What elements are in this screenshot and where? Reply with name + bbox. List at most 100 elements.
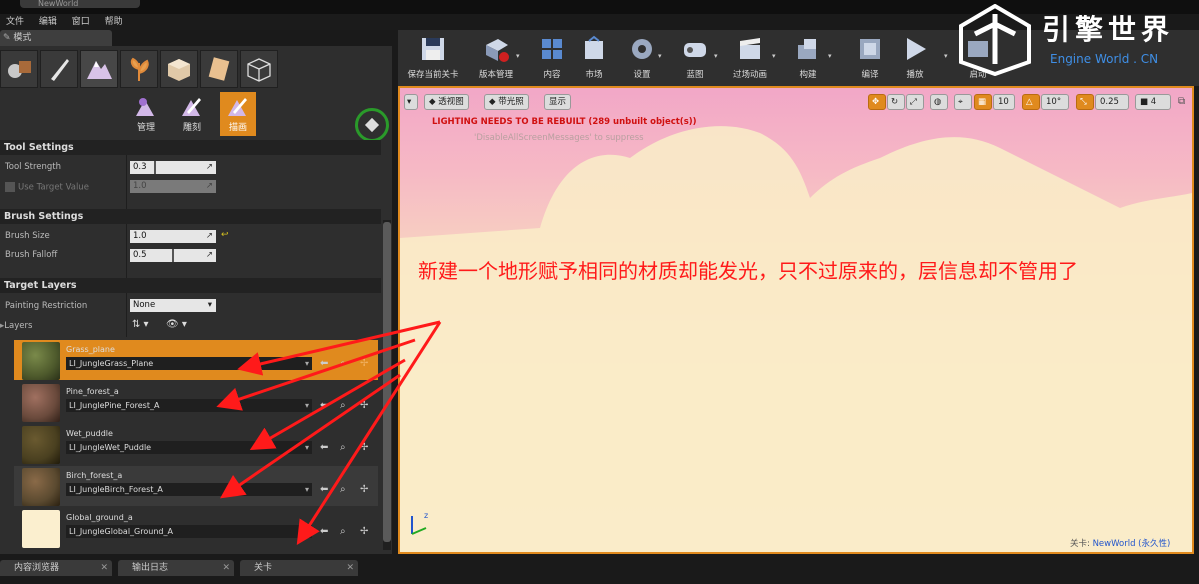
tool-strength-input[interactable]: 0.3 ↗ — [130, 161, 216, 174]
rotation-snap-icon[interactable]: △ — [1022, 94, 1040, 110]
paint-tool-button[interactable]: 描画 — [220, 92, 256, 136]
layer-row[interactable]: Wet_puddle LI_JungleWet_Puddle ▾ ⬅ ⌕ ✢ — [14, 424, 378, 464]
lit-button[interactable]: ◆ 带光照 — [484, 94, 529, 110]
scale-icon[interactable]: ⤢ — [906, 94, 924, 110]
landscape-gizmo-icon[interactable] — [355, 108, 389, 142]
rotate-icon[interactable]: ↻ — [887, 94, 905, 110]
foliage-mode-button[interactable] — [120, 50, 158, 88]
chevron-down-icon[interactable]: ▾ — [516, 52, 520, 60]
delete-layer-icon[interactable]: ✢ — [360, 358, 368, 369]
marketplace-button[interactable]: 市场 — [574, 30, 614, 86]
use-selected-icon[interactable]: ⬅ — [320, 526, 328, 537]
build-button[interactable]: 构建 — [790, 30, 826, 86]
layer-material-select[interactable]: LI_JungleGlobal_Ground_A ▾ — [66, 525, 312, 538]
sort-icon[interactable]: ⇅ ▾ — [132, 319, 149, 330]
use-selected-icon[interactable]: ⬅ — [320, 400, 328, 411]
chevron-down-icon[interactable]: ▾ — [714, 52, 718, 60]
grid-snap-value[interactable]: 10 — [993, 94, 1015, 110]
content-button[interactable]: 内容 — [530, 30, 574, 86]
translate-icon[interactable]: ✥ — [868, 94, 886, 110]
world-space-icon[interactable]: ◍ — [930, 94, 948, 110]
surface-snap-icon[interactable]: ⌖ — [954, 94, 972, 110]
marketplace-icon — [585, 35, 603, 59]
reset-icon[interactable]: ↩ — [221, 230, 229, 240]
use-target-value-input: 1.0 ↗ — [130, 180, 216, 193]
menu-file[interactable]: 文件 — [0, 14, 30, 30]
menu-edit[interactable]: 编辑 — [33, 14, 63, 30]
layer-name: Grass_plane — [66, 345, 115, 354]
perspective-button[interactable]: ◆ 透视图 — [424, 94, 469, 110]
level-viewport[interactable]: ▾ ◆ 透视图 ◆ 带光照 显示 ✥ ↻ ⤢ ◍ ⌖ ▦ 10 △ 10° ⤡ … — [398, 86, 1194, 554]
delete-layer-icon[interactable]: ✢ — [360, 400, 368, 411]
mesh-paint-mode-button[interactable] — [200, 50, 238, 88]
scale-snap-value[interactable]: 0.25 — [1095, 94, 1129, 110]
use-selected-icon[interactable]: ⬅ — [320, 358, 328, 369]
close-icon[interactable]: ✕ — [100, 560, 108, 576]
delete-layer-icon[interactable]: ✢ — [360, 484, 368, 495]
layer-row[interactable]: Birch_forest_a LI_JungleBirch_Forest_A ▾ … — [14, 466, 378, 506]
place-mode-button[interactable] — [0, 50, 38, 88]
tool-settings-header[interactable]: Tool Settings — [0, 140, 381, 155]
target-layers-header[interactable]: Target Layers — [0, 278, 381, 293]
close-icon[interactable]: ✕ — [346, 560, 354, 576]
compile-button[interactable]: 编译 — [852, 30, 888, 86]
cinematics-button[interactable]: 过场动画 — [724, 30, 776, 86]
brush-settings-header[interactable]: Brush Settings — [0, 209, 381, 224]
menu-help[interactable]: 帮助 — [99, 14, 129, 30]
browse-icon[interactable]: ⌕ — [340, 400, 346, 411]
save-level-button[interactable]: 保存当前关卡 — [402, 30, 464, 86]
manage-tool-button[interactable]: 管理 — [128, 92, 164, 136]
chevron-down-icon[interactable]: ▾ — [828, 52, 832, 60]
delete-layer-icon[interactable]: ✢ — [360, 526, 368, 537]
visibility-icon[interactable]: 👁 ▾ — [166, 319, 187, 330]
browse-icon[interactable]: ⌕ — [340, 484, 346, 495]
brush-falloff-input[interactable]: 0.5 ↗ — [130, 249, 216, 262]
geometry-mode-button[interactable] — [160, 50, 198, 88]
chevron-down-icon[interactable]: ▾ — [658, 52, 662, 60]
camera-speed-button[interactable]: ■ 4 — [1135, 94, 1171, 110]
paint-tool-label: 描画 — [228, 123, 247, 133]
output-log-tab[interactable]: 输出日志 ✕ — [118, 560, 234, 576]
use-selected-icon[interactable]: ⬅ — [320, 484, 328, 495]
layer-material-select[interactable]: LI_JungleGrass_Plane ▾ — [66, 357, 312, 370]
scale-snap-icon[interactable]: ⤡ — [1076, 94, 1094, 110]
modes-tab[interactable]: ✎ 模式 — [0, 30, 112, 46]
content-browser-tab[interactable]: 内容浏览器 ✕ — [0, 560, 112, 576]
layer-row[interactable]: Grass_plane LI_JungleGrass_Plane ▾ ⬅ ⌕ ✢ — [14, 340, 378, 380]
landscape-mode-button[interactable] — [80, 50, 118, 88]
show-button[interactable]: 显示 — [544, 94, 572, 110]
blueprint-button[interactable]: 蓝图 — [674, 30, 716, 86]
play-button[interactable]: 播放 — [898, 30, 932, 86]
chevron-down-icon[interactable]: ▾ — [944, 52, 948, 60]
maximize-viewport-icon[interactable]: ⧉ — [1178, 96, 1185, 107]
browse-icon[interactable]: ⌕ — [340, 526, 346, 537]
viewport-options-button[interactable]: ▾ — [404, 94, 418, 110]
levels-tab[interactable]: 关卡 ✕ — [240, 560, 358, 576]
brush-size-input[interactable]: 1.0 ↗ — [130, 230, 216, 243]
painting-restriction-select[interactable]: None ▾ — [130, 299, 216, 312]
close-icon[interactable]: ✕ — [222, 560, 230, 576]
delete-layer-icon[interactable]: ✢ — [360, 442, 368, 453]
menu-window[interactable]: 窗口 — [66, 14, 96, 30]
rotation-snap-value[interactable]: 10° — [1041, 94, 1069, 110]
layer-row[interactable]: Global_ground_a LI_JungleGlobal_Ground_A… — [14, 508, 378, 548]
box-mode-button[interactable] — [240, 50, 278, 88]
svg-text:z: z — [424, 511, 428, 520]
document-tab[interactable]: NewWorld — [20, 0, 140, 8]
engine-world-logo-icon — [959, 3, 1031, 77]
use-target-checkbox[interactable] — [5, 182, 15, 192]
browse-icon[interactable]: ⌕ — [340, 358, 346, 369]
chevron-down-icon[interactable]: ▾ — [772, 52, 776, 60]
sculpt-tool-button[interactable]: 雕刻 — [174, 92, 210, 136]
layer-material-select[interactable]: LI_JungleWet_Puddle ▾ — [66, 441, 312, 454]
layer-material-select[interactable]: LI_JungleBirch_Forest_A ▾ — [66, 483, 312, 496]
layer-row[interactable]: Pine_forest_a LI_JunglePine_Forest_A ▾ ⬅ … — [14, 382, 378, 422]
use-selected-icon[interactable]: ⬅ — [320, 442, 328, 453]
scrollbar-thumb[interactable] — [383, 222, 391, 542]
content-icon — [542, 39, 562, 59]
browse-icon[interactable]: ⌕ — [340, 442, 346, 453]
grid-snap-icon[interactable]: ▦ — [974, 94, 992, 110]
tool-strength-value: 0.3 — [133, 162, 147, 172]
paint-mode-button[interactable] — [40, 50, 78, 88]
layer-material-select[interactable]: LI_JunglePine_Forest_A ▾ — [66, 399, 312, 412]
